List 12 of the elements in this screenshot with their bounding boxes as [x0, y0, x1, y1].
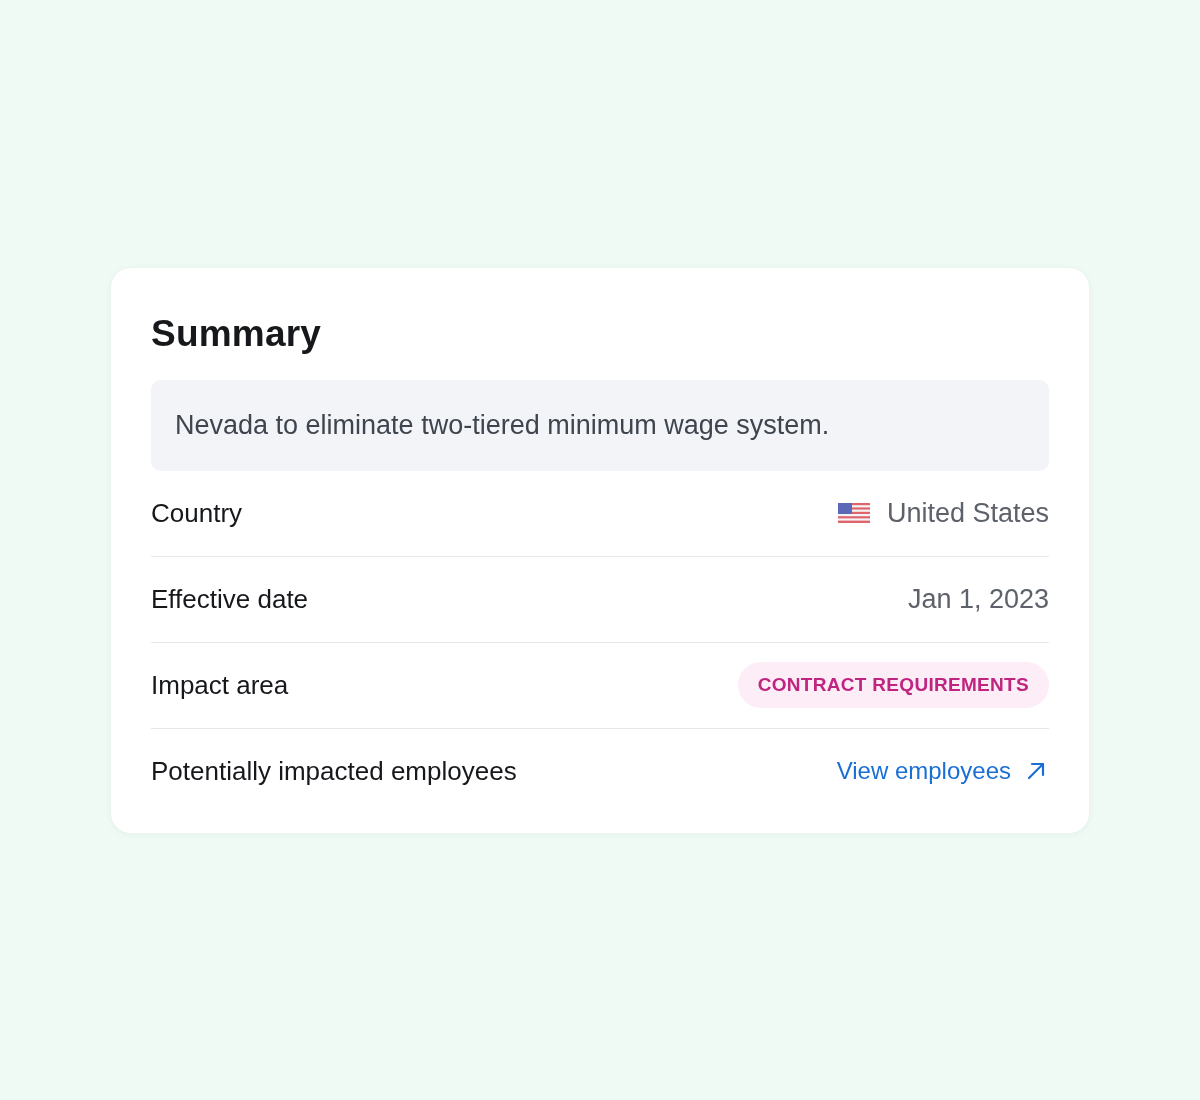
row-label: Effective date	[151, 583, 309, 615]
row-label: Impact area	[151, 669, 289, 701]
date-value: Jan 1, 2023	[907, 583, 1049, 615]
summary-text: Nevada to eliminate two-tiered minimum wage system.	[151, 379, 1049, 471]
country-name: United States	[886, 497, 1049, 529]
row-label: Country	[151, 497, 243, 529]
flag-icon	[837, 503, 870, 523]
row-label: Potentially impacted employees	[151, 755, 517, 787]
external-arrow-icon	[1027, 762, 1045, 780]
card-title: Summary	[151, 311, 323, 356]
view-employees-link[interactable]: View employees	[836, 757, 1045, 785]
impact-tag: CONTRACT REQUIREMENTS	[737, 662, 1049, 708]
